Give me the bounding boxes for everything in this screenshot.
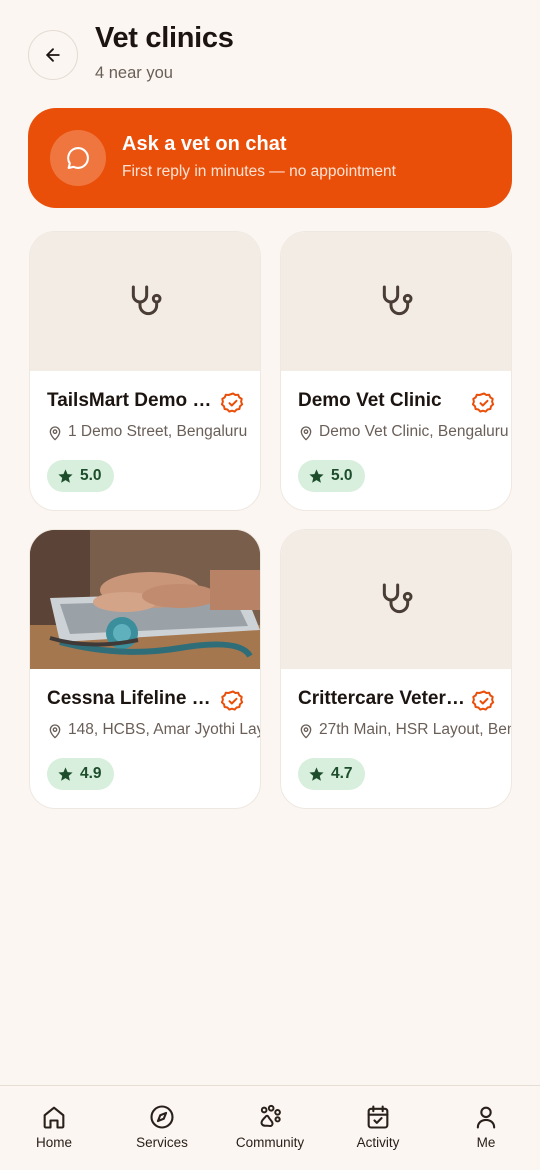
stethoscope-icon xyxy=(382,285,413,315)
nav-label: Community xyxy=(235,1135,305,1150)
clinic-image-placeholder xyxy=(281,530,511,669)
clinic-image-placeholder xyxy=(30,232,260,371)
stethoscope-icon xyxy=(131,285,162,315)
clinic-name: Crittercare Veterinary Clinic xyxy=(298,688,468,709)
ask-vet-chat-banner[interactable]: Ask a vet on chat First reply in minutes… xyxy=(28,108,512,208)
location-pin-icon xyxy=(300,724,312,739)
clinic-image-placeholder xyxy=(281,232,511,371)
rating-badge: 4.7 xyxy=(298,758,365,790)
clinic-address: 27th Main, HSR Layout, Bengaluru xyxy=(319,721,511,738)
bottom-nav: Home Services Community Activity Me xyxy=(0,1085,540,1170)
clinic-address: 1 Demo Street, Bengaluru xyxy=(68,423,248,440)
page-title: Vet clinics xyxy=(95,22,234,54)
nav-item-home[interactable]: Home xyxy=(0,1086,108,1170)
rating-badge: 5.0 xyxy=(298,460,365,492)
nav-item-me[interactable]: Me xyxy=(432,1086,540,1170)
chat-banner-title: Ask a vet on chat xyxy=(122,133,287,155)
back-button[interactable] xyxy=(28,30,78,80)
chat-bubble-icon xyxy=(67,147,89,169)
photo-laptop-stethoscope xyxy=(30,530,260,669)
user-icon xyxy=(476,1106,496,1129)
rating-value: 5.0 xyxy=(80,467,102,484)
rating-badge: 4.9 xyxy=(47,758,114,790)
nav-item-community[interactable]: Community xyxy=(216,1086,324,1170)
star-icon xyxy=(58,468,73,483)
verified-badge-icon xyxy=(472,690,495,711)
page-subtitle: 4 near you xyxy=(95,64,173,82)
location-pin-icon xyxy=(49,724,61,739)
calendar-check-icon xyxy=(367,1105,389,1129)
chat-banner-subtitle: First reply in minutes — no appointment xyxy=(122,163,396,180)
clinic-card[interactable]: Crittercare Veterinary Clinic 27th Main,… xyxy=(280,529,512,809)
clinic-photo xyxy=(30,530,260,669)
nav-item-activity[interactable]: Activity xyxy=(324,1086,432,1170)
nav-label: Me xyxy=(476,1135,496,1150)
clinic-card[interactable]: Cessna Lifeline Veterinary Hospital 148,… xyxy=(29,529,261,809)
clinic-name: Cessna Lifeline Veterinary Hospital xyxy=(47,688,217,709)
rating-value: 4.7 xyxy=(331,765,353,782)
nav-label: Home xyxy=(35,1135,72,1150)
clinic-card[interactable]: TailsMart Demo Vet Clinic 1 Demo Street,… xyxy=(29,231,261,511)
clinic-card[interactable]: Demo Vet Clinic Demo Vet Clinic, Bengalu… xyxy=(280,231,512,511)
header: Vet clinics 4 near you xyxy=(0,0,540,100)
star-icon xyxy=(309,766,324,781)
arrow-left-icon xyxy=(46,48,60,62)
rating-value: 4.9 xyxy=(80,765,102,782)
location-pin-icon xyxy=(300,426,312,441)
clinic-name: TailsMart Demo Vet Clinic xyxy=(47,390,217,411)
nav-label: Services xyxy=(136,1135,188,1150)
home-icon xyxy=(43,1106,65,1129)
star-icon xyxy=(309,468,324,483)
rating-value: 5.0 xyxy=(331,467,353,484)
star-icon xyxy=(58,766,73,781)
clinic-name: Demo Vet Clinic xyxy=(298,390,442,411)
rating-badge: 5.0 xyxy=(47,460,114,492)
nav-label: Activity xyxy=(356,1135,400,1150)
stethoscope-icon xyxy=(382,583,413,613)
verified-badge-icon xyxy=(221,392,244,413)
clinic-address: 148, HCBS, Amar Jyothi Layout xyxy=(68,721,260,738)
compass-icon xyxy=(150,1105,174,1129)
verified-badge-icon xyxy=(221,690,244,711)
clinic-address: Demo Vet Clinic, Bengaluru xyxy=(319,423,509,440)
paw-icon xyxy=(260,1104,281,1128)
location-pin-icon xyxy=(49,426,61,441)
verified-badge-icon xyxy=(472,392,495,413)
nav-item-services[interactable]: Services xyxy=(108,1086,216,1170)
chat-icon-container xyxy=(50,130,106,186)
